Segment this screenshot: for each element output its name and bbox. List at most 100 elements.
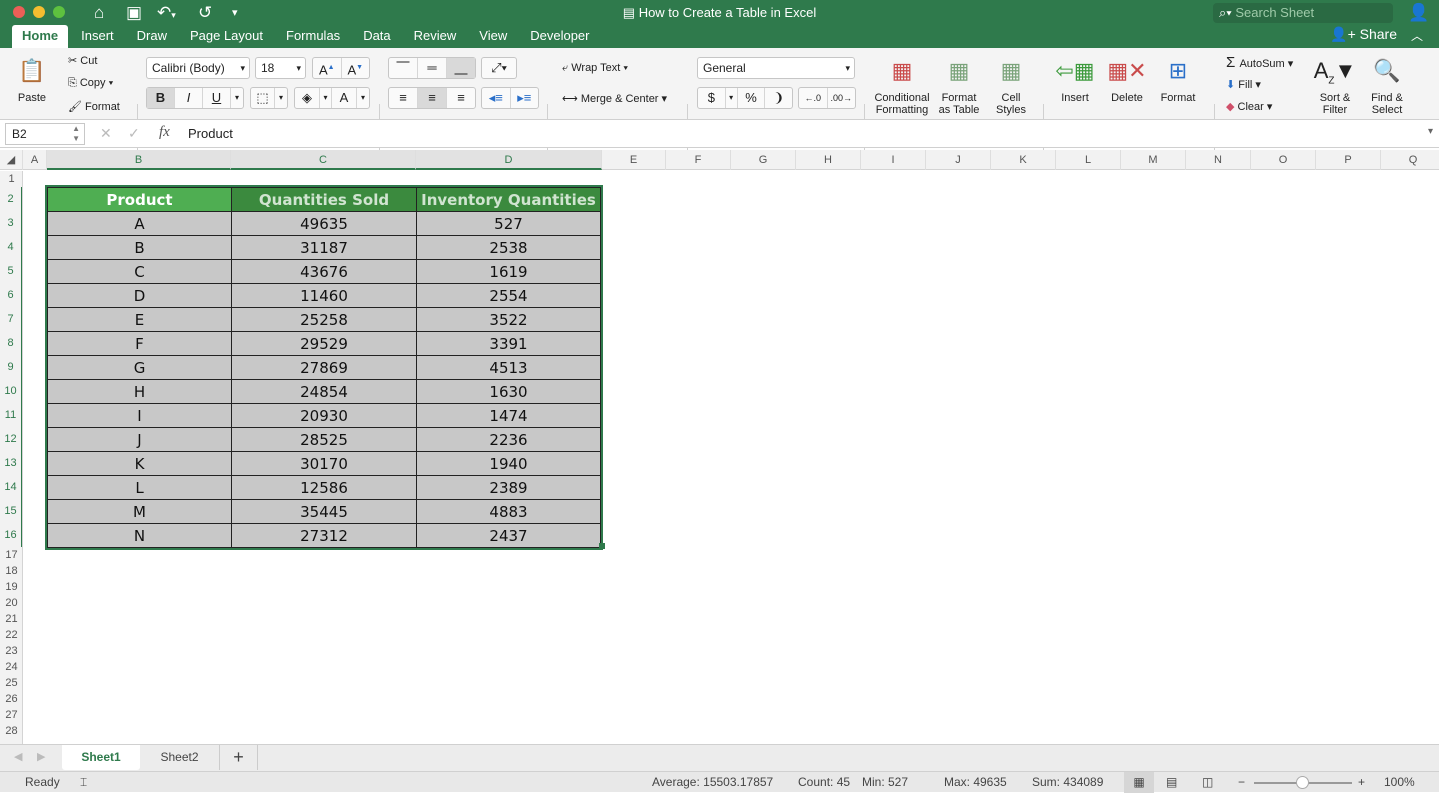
table-cell[interactable]: 2389 bbox=[416, 475, 601, 500]
table-cell[interactable]: 1630 bbox=[416, 379, 601, 404]
decrease-font-size-button[interactable]: A▼ bbox=[342, 58, 370, 78]
row-header[interactable]: 15 bbox=[0, 499, 22, 523]
table-cell[interactable]: 11460 bbox=[231, 283, 417, 308]
table-cell[interactable]: 4883 bbox=[416, 499, 601, 524]
tab-page-layout[interactable]: Page Layout bbox=[180, 25, 273, 48]
column-header[interactable]: Q bbox=[1381, 150, 1439, 170]
row-header[interactable]: 25 bbox=[0, 675, 22, 691]
table-cell[interactable]: 527 bbox=[416, 211, 601, 236]
table-cell[interactable]: J bbox=[47, 427, 232, 452]
insert-cells-button[interactable]: ⇦▦ Insert bbox=[1052, 54, 1098, 104]
next-sheet-icon[interactable]: ▶ bbox=[37, 750, 45, 763]
table-cell[interactable]: 43676 bbox=[231, 259, 417, 284]
currency-dropdown[interactable]: ▾ bbox=[726, 88, 738, 108]
table-cell[interactable]: 3391 bbox=[416, 331, 601, 356]
row-header[interactable]: 13 bbox=[0, 451, 22, 475]
table-cell[interactable]: E bbox=[47, 307, 232, 332]
row-header[interactable]: 11 bbox=[0, 403, 22, 427]
table-cell[interactable]: I bbox=[47, 403, 232, 428]
accessibility-icon[interactable]: ⌶ bbox=[80, 772, 87, 793]
paste-button[interactable]: 📋 Paste bbox=[12, 54, 52, 104]
column-header[interactable]: B bbox=[47, 150, 231, 170]
row-header[interactable]: 5 bbox=[0, 259, 22, 283]
row-header[interactable]: 7 bbox=[0, 307, 22, 331]
table-cell[interactable]: 12586 bbox=[231, 475, 417, 500]
table-cell[interactable]: 30170 bbox=[231, 451, 417, 476]
formula-input[interactable]: Product bbox=[188, 126, 233, 141]
column-header[interactable]: N bbox=[1186, 150, 1251, 170]
table-cell[interactable]: 29529 bbox=[231, 331, 417, 356]
underline-button[interactable]: U bbox=[203, 88, 231, 108]
increase-decimal-button[interactable]: ←.0 bbox=[799, 88, 828, 108]
table-cell[interactable]: 31187 bbox=[231, 235, 417, 260]
fill-button[interactable]: ⬇ Fill ▾ bbox=[1226, 78, 1261, 91]
format-painter-button[interactable]: 🖌 Format bbox=[68, 100, 120, 113]
row-header[interactable]: 20 bbox=[0, 595, 22, 611]
table-cell[interactable]: B bbox=[47, 235, 232, 260]
column-header[interactable]: L bbox=[1056, 150, 1121, 170]
table-cell[interactable]: 27312 bbox=[231, 523, 417, 548]
row-header[interactable]: 18 bbox=[0, 563, 22, 579]
currency-button[interactable]: $ bbox=[698, 88, 726, 108]
cancel-icon[interactable]: ✕ bbox=[100, 125, 112, 142]
header-cell[interactable]: Inventory Quantities bbox=[416, 187, 601, 212]
page-break-view-button[interactable]: ◫ bbox=[1202, 772, 1213, 793]
cell-styles-button[interactable]: ▦ Cell Styles bbox=[988, 54, 1034, 116]
expand-formula-bar-icon[interactable]: ▾ bbox=[1428, 126, 1433, 137]
row-header[interactable]: 14 bbox=[0, 475, 22, 499]
row-header[interactable]: 27 bbox=[0, 707, 22, 723]
italic-button[interactable]: I bbox=[175, 88, 203, 108]
row-header[interactable]: 2 bbox=[0, 187, 22, 211]
font-name-select[interactable]: Calibri (Body) ▾ bbox=[146, 57, 250, 79]
column-header[interactable]: M bbox=[1121, 150, 1186, 170]
top-align-button[interactable]: ⎺ bbox=[389, 58, 418, 78]
row-header[interactable]: 4 bbox=[0, 235, 22, 259]
previous-sheet-icon[interactable]: ◀ bbox=[14, 750, 22, 763]
tab-view[interactable]: View bbox=[469, 25, 517, 48]
table-cell[interactable]: N bbox=[47, 523, 232, 548]
column-header[interactable]: D bbox=[416, 150, 602, 170]
comma-style-button[interactable]: ❩ bbox=[765, 88, 792, 108]
account-icon[interactable]: 👤 bbox=[1408, 2, 1429, 24]
stepper-icon[interactable]: ▲ ▼ bbox=[72, 124, 80, 144]
select-all-button[interactable]: ◢ bbox=[0, 150, 23, 170]
row-header[interactable]: 10 bbox=[0, 379, 22, 403]
column-header[interactable]: K bbox=[991, 150, 1056, 170]
zoom-in-button[interactable]: + bbox=[1358, 772, 1365, 793]
page-layout-view-button[interactable]: ▤ bbox=[1166, 772, 1177, 793]
table-cell[interactable]: K bbox=[47, 451, 232, 476]
tab-review[interactable]: Review bbox=[404, 25, 467, 48]
font-color-button[interactable]: A bbox=[332, 88, 357, 108]
middle-align-button[interactable]: ═ bbox=[418, 58, 447, 78]
table-cell[interactable]: 2538 bbox=[416, 235, 601, 260]
underline-options-button[interactable]: ▾ bbox=[231, 88, 243, 108]
table-cell[interactable]: 1474 bbox=[416, 403, 601, 428]
find-select-button[interactable]: 🔍 Find & Select bbox=[1364, 54, 1410, 116]
table-cell[interactable]: 3522 bbox=[416, 307, 601, 332]
tab-formulas[interactable]: Formulas bbox=[276, 25, 350, 48]
table-cell[interactable]: A bbox=[47, 211, 232, 236]
function-icon[interactable]: fx bbox=[159, 124, 170, 141]
table-cell[interactable]: 35445 bbox=[231, 499, 417, 524]
column-header[interactable]: A bbox=[23, 150, 47, 170]
delete-cells-button[interactable]: ▦✕ Delete bbox=[1104, 54, 1150, 104]
cut-button[interactable]: ✂ Cut bbox=[68, 54, 97, 67]
table-cell[interactable]: M bbox=[47, 499, 232, 524]
align-left-button[interactable]: ≡ bbox=[389, 88, 418, 108]
table-cell[interactable]: C bbox=[47, 259, 232, 284]
column-header[interactable]: H bbox=[796, 150, 861, 170]
align-right-button[interactable]: ≡ bbox=[447, 88, 475, 108]
row-header[interactable]: 21 bbox=[0, 611, 22, 627]
row-header[interactable]: 26 bbox=[0, 691, 22, 707]
column-header[interactable]: P bbox=[1316, 150, 1381, 170]
table-cell[interactable]: 49635 bbox=[231, 211, 417, 236]
column-header[interactable]: J bbox=[926, 150, 991, 170]
table-cell[interactable]: 28525 bbox=[231, 427, 417, 452]
bottom-align-button[interactable]: ⎽ bbox=[447, 58, 475, 78]
table-cell[interactable]: G bbox=[47, 355, 232, 380]
merge-center-button[interactable]: ⟷ Merge & Center ▾ bbox=[562, 92, 667, 105]
table-cell[interactable]: 4513 bbox=[416, 355, 601, 380]
clear-button[interactable]: ◆ Clear ▾ bbox=[1226, 100, 1272, 113]
row-header[interactable]: 6 bbox=[0, 283, 22, 307]
conditional-formatting-button[interactable]: ▦ Conditional Formatting bbox=[872, 54, 932, 116]
